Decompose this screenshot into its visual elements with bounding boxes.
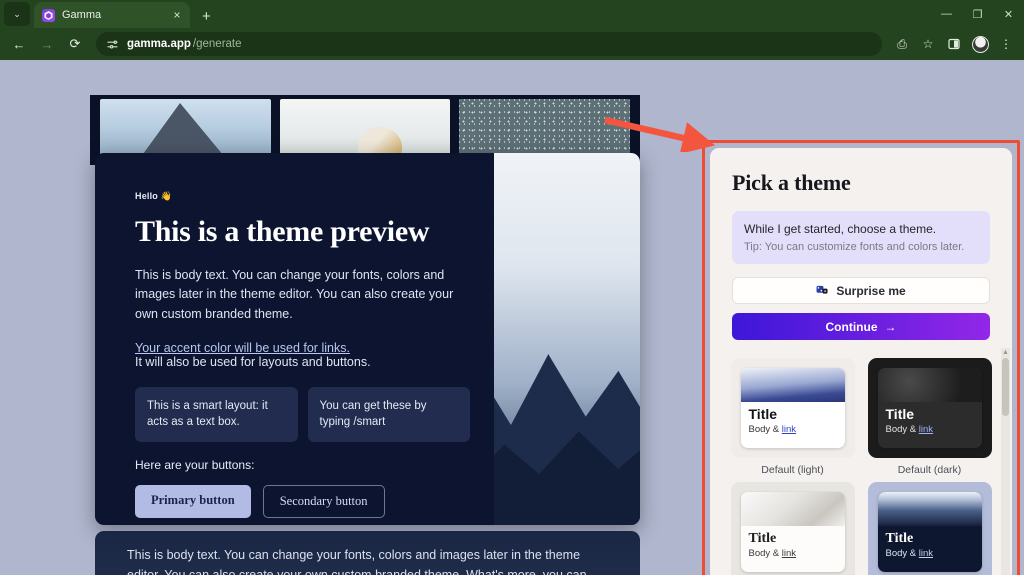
smart-box-2: You can get these by typing /smart <box>307 386 470 443</box>
theme-thumb-link: link <box>918 424 934 436</box>
theme-thumb-title: Title <box>885 531 914 546</box>
smart-box-1: This is a smart layout: it acts as a tex… <box>135 386 298 443</box>
accent-color-link[interactable]: Your accent color will be used for links… <box>135 341 470 355</box>
theme-thumb-body: Body & <box>885 424 919 436</box>
annotation-arrow <box>604 116 716 152</box>
profile-avatar[interactable] <box>968 32 992 56</box>
preview-button-row: Primary button Secondary button <box>135 485 470 519</box>
theme-preview-deck: Hello 👋 This is a theme preview This is … <box>90 95 640 575</box>
theme-card-oatmeal[interactable]: Title Body & link Oatmeal <box>728 482 857 575</box>
theme-thumb-link: link <box>781 424 797 436</box>
more-menu-icon[interactable]: ⋮ <box>994 32 1018 56</box>
tab-strip: ⌄ Gamma × + — ❐ ✕ <box>0 0 1024 28</box>
pick-a-theme-panel: Pick a theme While I get started, choose… <box>710 148 1012 575</box>
theme-thumb-art <box>877 492 982 526</box>
window-controls: — ❐ ✕ <box>931 0 1024 28</box>
slide-eyebrow: Hello 👋 <box>135 191 173 201</box>
primary-button[interactable]: Primary button <box>135 485 251 519</box>
tip-main-text: While I get started, choose a theme. <box>744 222 937 236</box>
theme-card-default-light[interactable]: Title Body & link Default (light) <box>728 358 857 476</box>
tab-search-button[interactable]: ⌄ <box>4 2 30 26</box>
new-tab-button[interactable]: + <box>202 9 211 24</box>
surprise-me-button[interactable]: Surprise me <box>732 277 990 304</box>
theme-thumb-title: Title <box>748 531 777 546</box>
theme-thumb-link: link <box>781 548 797 560</box>
panel-scrollbar[interactable]: ▲ <box>1001 348 1010 575</box>
theme-card-caption: Default (light) <box>761 464 824 476</box>
maximize-icon[interactable]: ❐ <box>962 0 993 28</box>
theme-thumb-body: Body & <box>748 424 782 436</box>
gamma-logo-icon <box>42 8 55 22</box>
slide2-body-text: This is body text. You can change your f… <box>127 548 587 575</box>
reload-icon[interactable]: ⟳ <box>62 31 88 57</box>
slide-body-text: This is body text. You can change your f… <box>135 267 454 322</box>
cast-icon[interactable]: ⎙ <box>890 32 914 56</box>
chevron-down-icon: ⌄ <box>13 8 21 19</box>
theme-thumb-art <box>877 368 982 402</box>
theme-card-caption: Default (dark) <box>897 464 962 476</box>
close-icon[interactable]: × <box>170 9 184 21</box>
continue-button[interactable]: Continue → <box>732 313 990 340</box>
page-viewport: Hello 👋 This is a theme preview This is … <box>0 60 1024 575</box>
tip-sub-text: Tip: You can customize fonts and colors … <box>744 241 965 253</box>
url-path: /generate <box>192 38 242 50</box>
bookmark-star-icon[interactable]: ☆ <box>916 32 940 56</box>
secondary-button[interactable]: Secondary button <box>262 485 385 519</box>
theme-grid: Title Body & link Default (light) Title … <box>710 358 1012 575</box>
continue-label: Continue <box>825 319 878 334</box>
preview-slide-2: This is body text. You can change your f… <box>95 531 640 575</box>
address-bar[interactable]: gamma.app /generate <box>96 32 882 56</box>
accent-sub-text: It will also be used for layouts and but… <box>135 354 371 369</box>
surprise-me-label: Surprise me <box>836 283 906 298</box>
theme-thumb-art <box>740 492 845 526</box>
browser-window: ⌄ Gamma × + — ❐ ✕ ← → ⟳ gamma.app /gener… <box>0 0 1024 575</box>
split-panel-icon[interactable] <box>942 32 966 56</box>
theme-card-default-dark[interactable]: Title Body & link Default (dark) <box>865 358 994 476</box>
buttons-label: Here are your buttons: <box>135 458 255 473</box>
arrow-right-icon: → <box>884 319 897 334</box>
mountain-photo <box>100 99 271 161</box>
close-window-icon[interactable]: ✕ <box>993 0 1024 28</box>
page-title: Pick a theme <box>732 170 851 195</box>
forward-icon[interactable]: → <box>34 31 60 57</box>
tune-icon[interactable] <box>106 38 119 51</box>
theme-thumb-body: Body & <box>885 548 919 560</box>
scrollbar-thumb[interactable] <box>1002 358 1009 416</box>
preview-slide-1: Hello 👋 This is a theme preview This is … <box>95 153 640 525</box>
minimize-icon[interactable]: — <box>931 0 962 28</box>
theme-thumb-title: Title <box>885 406 915 422</box>
theme-thumb-link: link <box>918 548 934 560</box>
slide-mountain-art <box>494 153 640 525</box>
theme-card-marine[interactable]: Title Body & link ✓ Marine <box>865 482 994 575</box>
slide-heading: This is a theme preview <box>135 215 430 248</box>
tab-title: Gamma <box>62 9 102 21</box>
theme-thumb-title: Title <box>748 406 778 422</box>
theme-thumb-art <box>740 368 845 402</box>
smart-layout-row: This is a smart layout: it acts as a tex… <box>135 386 470 443</box>
scroll-up-icon[interactable]: ▲ <box>1001 348 1010 357</box>
url-text: gamma.app <box>127 38 191 50</box>
theme-thumb-body: Body & <box>748 548 782 560</box>
browser-toolbar: ← → ⟳ gamma.app /generate ⎙ ☆ ⋮ <box>0 28 1024 60</box>
back-icon[interactable]: ← <box>6 31 32 57</box>
assistant-tip-box: While I get started, choose a theme. Tip… <box>732 211 990 264</box>
browser-tab-gamma[interactable]: Gamma × <box>34 2 190 28</box>
tent-photo <box>279 99 451 161</box>
dice-sparkle-icon <box>816 284 829 298</box>
